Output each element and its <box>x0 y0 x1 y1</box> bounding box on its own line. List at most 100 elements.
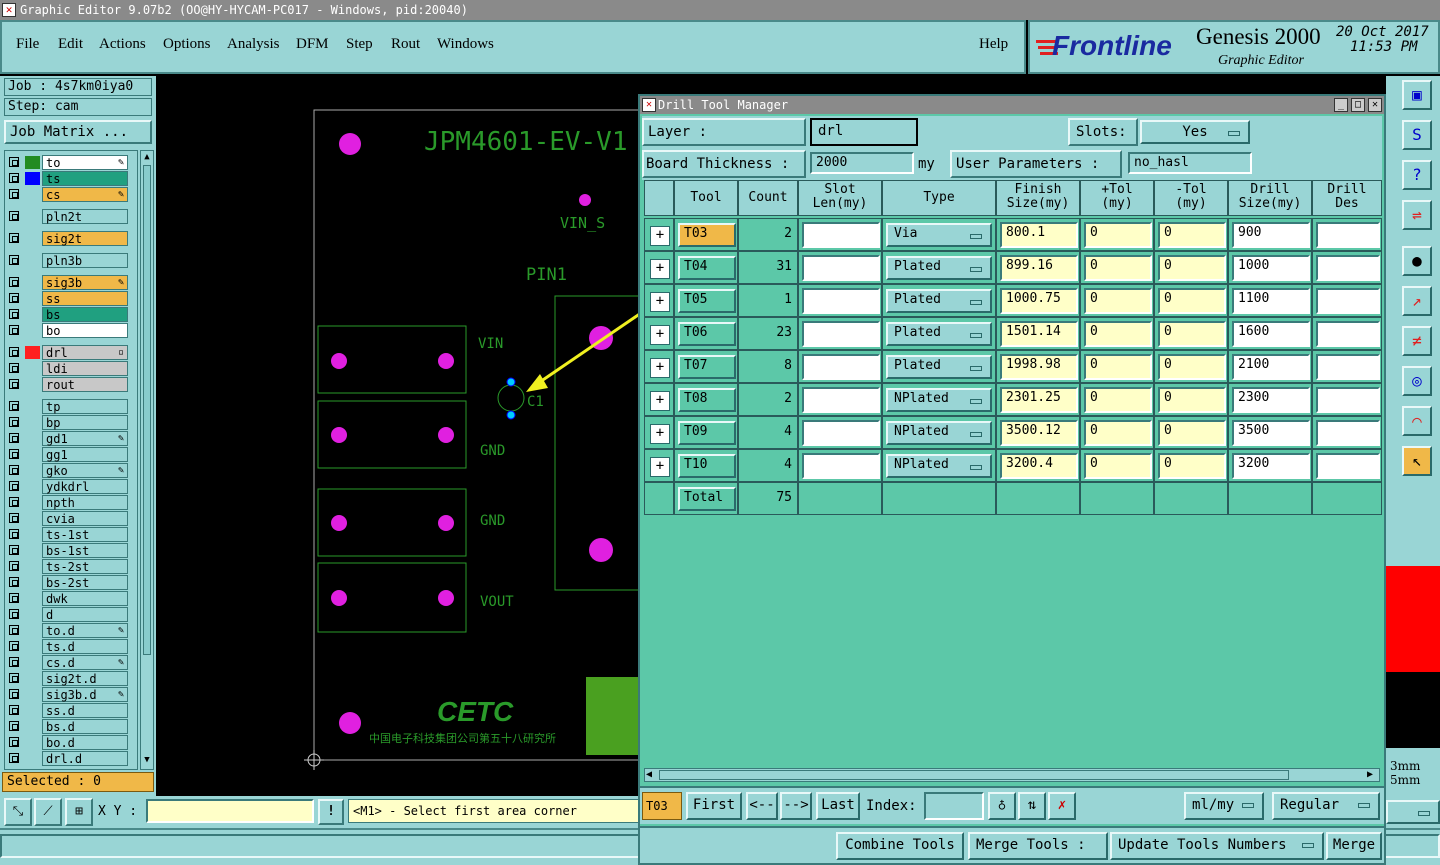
minus-tol-input[interactable]: 0 <box>1158 222 1226 248</box>
layer-color-swatch[interactable] <box>25 752 40 765</box>
units-dropdown[interactable]: ml/my <box>1184 792 1264 820</box>
slots-dropdown[interactable]: Yes <box>1140 120 1250 144</box>
drill-des-input[interactable] <box>1316 288 1380 314</box>
layer-name[interactable]: gg1 <box>42 447 128 462</box>
finish-size-input[interactable]: 1501.14 <box>1000 321 1078 347</box>
slot-len-input[interactable] <box>802 354 880 380</box>
menu-options[interactable]: Options <box>163 36 211 53</box>
dialog-menu-icon[interactable]: ✕ <box>642 98 656 112</box>
layer-name[interactable]: pln3b <box>42 253 128 268</box>
plus-tol-input[interactable]: 0 <box>1084 222 1152 248</box>
plus-tol-input[interactable]: 0 <box>1084 354 1152 380</box>
tool-id-button[interactable]: T08 <box>678 388 736 412</box>
layer-name[interactable]: ts-2st <box>42 559 128 574</box>
layer-row-rout[interactable]: rout <box>5 377 137 392</box>
layer-name[interactable]: cs ✎ <box>42 187 128 202</box>
layer-checkbox[interactable] <box>9 609 19 619</box>
plus-tol-input[interactable]: 0 <box>1084 420 1152 446</box>
layer-row-sig2t[interactable]: sig2t <box>5 231 137 246</box>
layer-color-swatch[interactable] <box>25 592 40 605</box>
layer-checkbox[interactable] <box>9 657 19 667</box>
layer-checkbox[interactable] <box>9 593 19 603</box>
layer-name[interactable]: sig3b ✎ <box>42 275 128 290</box>
expand-row-icon[interactable]: + <box>650 457 670 477</box>
layer-row-cs[interactable]: cs ✎ <box>5 187 137 202</box>
layer-name[interactable]: tp <box>42 399 128 414</box>
layer-color-swatch[interactable] <box>25 464 40 477</box>
layer-row-ss.d[interactable]: ss.d <box>5 703 137 718</box>
layer-color-swatch[interactable] <box>25 416 40 429</box>
layer-row-pln2t[interactable]: pln2t <box>5 209 137 224</box>
drill-size-input[interactable]: 1100 <box>1232 288 1310 314</box>
expand-row-icon[interactable]: + <box>650 226 670 246</box>
slot-len-input[interactable] <box>802 387 880 413</box>
layer-color-swatch[interactable] <box>25 640 40 653</box>
layer-checkbox[interactable] <box>9 481 19 491</box>
merge-button[interactable]: Merge <box>1326 832 1382 860</box>
layer-name[interactable]: ss <box>42 291 128 306</box>
slot-len-input[interactable] <box>802 288 880 314</box>
layer-checkbox[interactable] <box>9 277 19 287</box>
layer-color-swatch[interactable] <box>25 608 40 621</box>
type-dropdown[interactable]: Via <box>886 223 992 247</box>
layer-row-cs.d[interactable]: cs.d ✎ <box>5 655 137 670</box>
layer-name[interactable]: dwk <box>42 591 128 606</box>
layer-row-gg1[interactable]: gg1 <box>5 447 137 462</box>
layer-row-bs-2st[interactable]: bs-2st <box>5 575 137 590</box>
drill-des-input[interactable] <box>1316 453 1380 479</box>
drill-des-input[interactable] <box>1316 222 1380 248</box>
minus-tol-input[interactable]: 0 <box>1158 420 1226 446</box>
minus-tol-input[interactable]: 0 <box>1158 255 1226 281</box>
layer-name[interactable]: ss.d <box>42 703 128 718</box>
layer-checkbox[interactable] <box>9 417 19 427</box>
layer-checkbox[interactable] <box>9 401 19 411</box>
tool-id-button[interactable]: T06 <box>678 322 736 346</box>
finish-size-input[interactable]: 2301.25 <box>1000 387 1078 413</box>
snap-icon[interactable]: S <box>1402 120 1432 150</box>
layer-color-swatch[interactable] <box>25 308 40 321</box>
layer-checkbox[interactable] <box>9 497 19 507</box>
layer-checkbox[interactable] <box>9 189 19 199</box>
menu-analysis[interactable]: Analysis <box>227 36 280 53</box>
slot-len-input[interactable] <box>802 321 880 347</box>
layer-name[interactable]: rout <box>42 377 128 392</box>
plus-tol-input[interactable]: 0 <box>1084 387 1152 413</box>
tool-id-button[interactable]: T07 <box>678 355 736 379</box>
layer-color-swatch[interactable] <box>25 156 40 169</box>
layer-color-swatch[interactable] <box>25 720 40 733</box>
layer-row-ss[interactable]: ss <box>5 291 137 306</box>
layer-row-npth[interactable]: npth <box>5 495 137 510</box>
layer-name[interactable]: ydkdrl <box>42 479 128 494</box>
expand-row-icon[interactable]: + <box>650 424 670 444</box>
layer-value[interactable]: drl <box>810 118 918 146</box>
window-layout-icon[interactable]: ▣ <box>1402 80 1432 110</box>
minus-tol-input[interactable]: 0 <box>1158 453 1226 479</box>
layer-row-pln3b[interactable]: pln3b <box>5 253 137 268</box>
tool-id-button[interactable]: T09 <box>678 421 736 445</box>
layer-name[interactable]: bo.d <box>42 735 128 750</box>
tool-id-button[interactable]: T03 <box>678 223 736 247</box>
index-input[interactable] <box>924 792 984 820</box>
layer-checkbox[interactable] <box>9 625 19 635</box>
layer-row-cvia[interactable]: cvia <box>5 511 137 526</box>
type-dropdown[interactable]: NPlated <box>886 421 992 445</box>
layer-color-swatch[interactable] <box>25 448 40 461</box>
slot-len-input[interactable] <box>802 255 880 281</box>
layer-color-swatch[interactable] <box>25 672 40 685</box>
layer-row-ts-1st[interactable]: ts-1st <box>5 527 137 542</box>
layer-name[interactable]: npth <box>42 495 128 510</box>
menu-file[interactable]: File <box>16 36 39 53</box>
layer-color-swatch[interactable] <box>25 324 40 337</box>
drill-size-input[interactable]: 1600 <box>1232 321 1310 347</box>
right-dropdown[interactable] <box>1386 800 1440 824</box>
scroll-left-arrow-icon[interactable]: ◀ <box>646 769 652 780</box>
window-menu-icon[interactable]: ✕ <box>2 3 16 17</box>
layer-row-bp[interactable]: bp <box>5 415 137 430</box>
layer-name[interactable]: gd1 ✎ <box>42 431 128 446</box>
expand-row-icon[interactable]: + <box>650 358 670 378</box>
layer-checkbox[interactable] <box>9 513 19 523</box>
expand-row-icon[interactable]: + <box>650 259 670 279</box>
layer-checkbox[interactable] <box>9 689 19 699</box>
prev-button[interactable]: <-- <box>746 792 778 820</box>
layer-row-gd1[interactable]: gd1 ✎ <box>5 431 137 446</box>
